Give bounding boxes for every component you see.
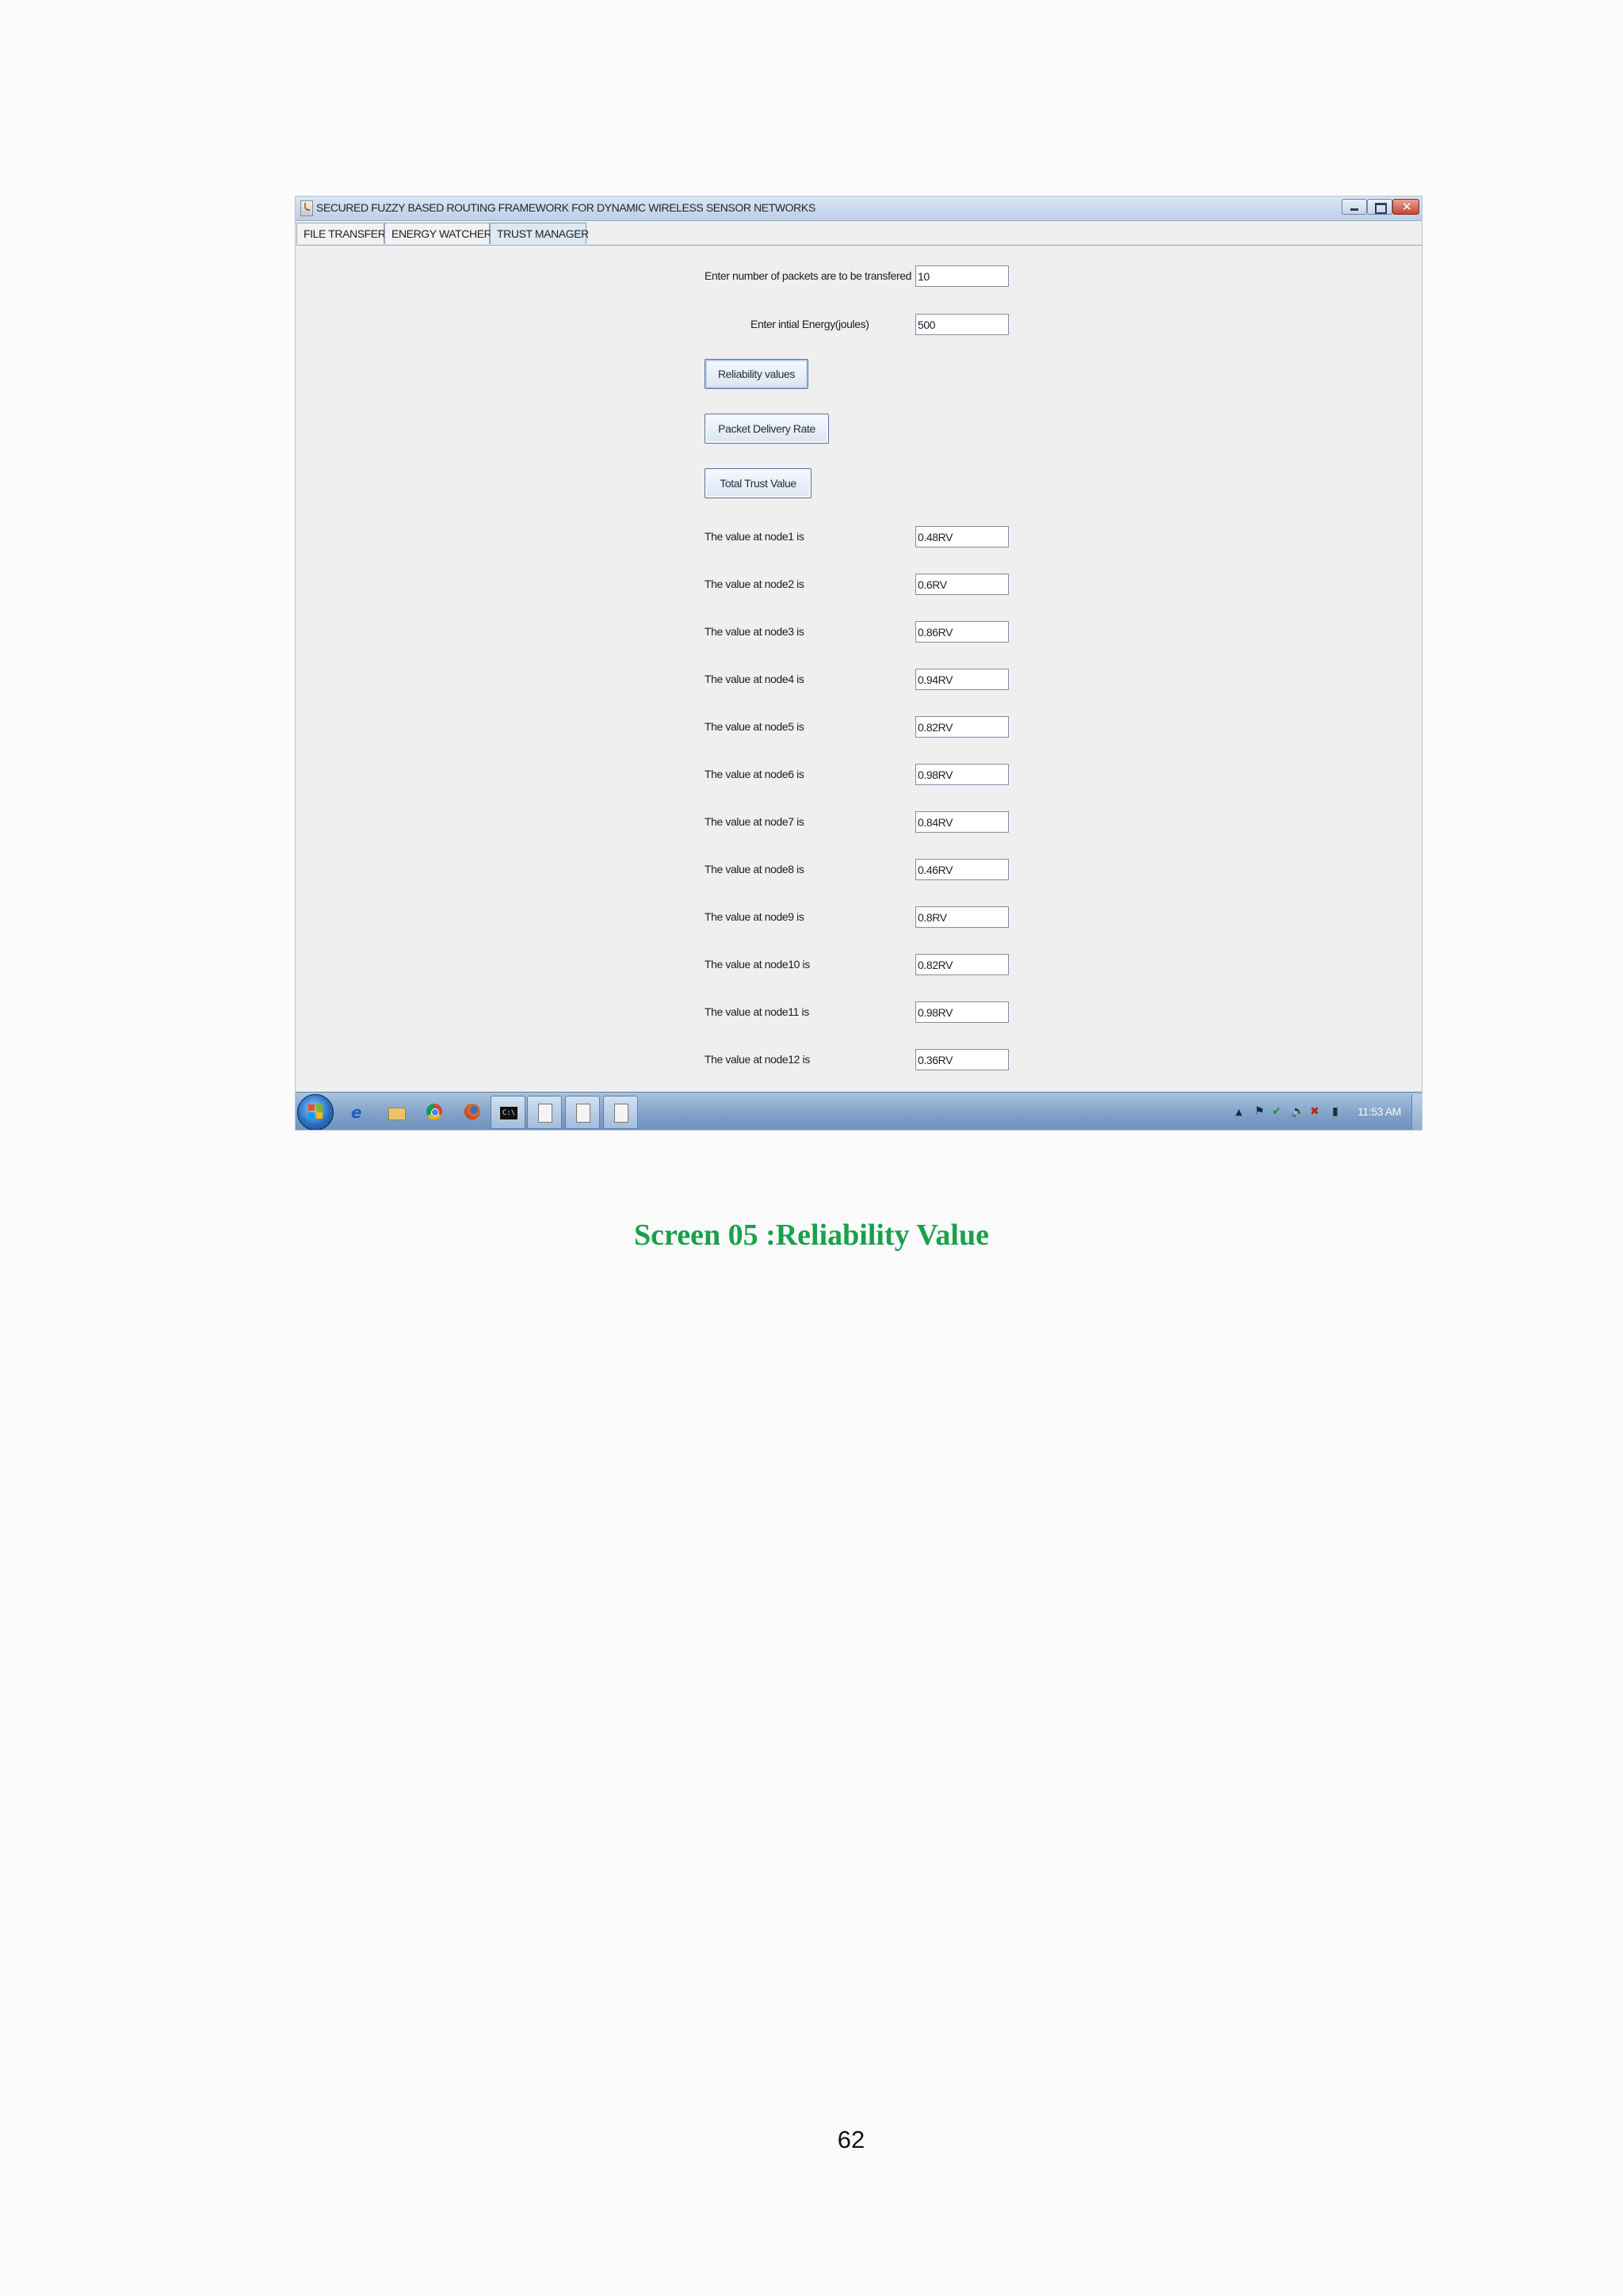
node-label: The value at node5 is	[705, 720, 804, 733]
tab-strip: FILE TRANSFER ENERGY WATCHER TRUST MANAG…	[296, 221, 1422, 246]
show-desktop-button[interactable]	[1411, 1094, 1422, 1130]
tab-file-transfer[interactable]: FILE TRANSFER	[296, 223, 386, 244]
app-screenshot: SECURED FUZZY BASED ROUTING FRAMEWORK FO…	[295, 196, 1423, 1131]
node-label: The value at node4 is	[705, 673, 804, 685]
node-label: The value at node2 is	[705, 578, 804, 590]
node-value-field[interactable]	[915, 859, 1009, 880]
minimize-button[interactable]	[1342, 199, 1367, 215]
network-error-icon[interactable]: ✖	[1310, 1105, 1319, 1118]
node-label: The value at node12 is	[705, 1053, 810, 1066]
volume-icon[interactable]: 🔈	[1291, 1105, 1304, 1118]
tab-energy-watcher[interactable]: ENERGY WATCHER	[384, 223, 492, 244]
action-center-flag-icon[interactable]: ⚑	[1254, 1105, 1265, 1118]
java-doc-icon	[576, 1104, 590, 1123]
packet-delivery-rate-button[interactable]: Packet Delivery Rate	[705, 414, 829, 444]
node-value-field[interactable]	[915, 811, 1009, 833]
chrome-icon[interactable]	[426, 1103, 443, 1120]
tab-trust-manager[interactable]: TRUST MANAGER	[490, 223, 589, 244]
node-value-field[interactable]	[915, 716, 1009, 738]
node-value-field[interactable]	[915, 669, 1009, 690]
node-value-field[interactable]	[915, 1001, 1009, 1023]
packets-label: Enter number of packets are to be transf…	[705, 269, 911, 282]
cmd-task[interactable]: C:\	[491, 1096, 525, 1129]
windows-logo-icon	[308, 1104, 323, 1119]
title-bar: SECURED FUZZY BASED ROUTING FRAMEWORK FO…	[296, 196, 1422, 221]
minimize-icon	[1350, 208, 1358, 211]
node-label: The value at node3 is	[705, 625, 804, 638]
battery-icon[interactable]: ▮	[1332, 1105, 1338, 1118]
trust-manager-panel: Enter number of packets are to be transf…	[296, 246, 1422, 1070]
page-number: 62	[837, 2126, 865, 2153]
node-value-field[interactable]	[915, 621, 1009, 643]
java-app-icon	[300, 200, 313, 216]
taskbar-window-button[interactable]	[603, 1096, 638, 1129]
node-label: The value at node11 is	[705, 1005, 809, 1018]
start-button[interactable]	[297, 1094, 334, 1130]
taskbar-window-button[interactable]	[527, 1096, 562, 1129]
figure-caption: Screen 05 :Reliability Value	[634, 1219, 989, 1252]
close-button[interactable]: ✕	[1392, 199, 1419, 215]
node-value-field[interactable]	[915, 906, 1009, 928]
java-doc-icon	[614, 1104, 628, 1123]
node-label: The value at node1 is	[705, 530, 804, 543]
energy-input[interactable]	[915, 314, 1009, 335]
node-value-field[interactable]	[915, 954, 1009, 975]
close-icon: ✕	[1402, 200, 1412, 214]
node-label: The value at node6 is	[705, 768, 804, 780]
total-trust-value-button[interactable]: Total Trust Value	[705, 468, 812, 498]
tray-expand-icon[interactable]: ▲	[1235, 1107, 1242, 1117]
node-label: The value at node9 is	[705, 910, 804, 923]
node-value-field[interactable]	[915, 1049, 1009, 1070]
ie-icon[interactable]: e	[351, 1103, 369, 1122]
packets-input[interactable]	[915, 265, 1009, 287]
taskbar-window-button[interactable]	[565, 1096, 600, 1129]
firefox-icon[interactable]	[464, 1103, 481, 1120]
windows-taskbar: e C:\ ▲ ⚑ ✔ 🔈 ✖ ▮ 11:53 AM	[296, 1092, 1422, 1130]
node-value-field[interactable]	[915, 764, 1009, 785]
cmd-icon: C:\	[499, 1106, 518, 1120]
java-doc-icon	[538, 1104, 552, 1123]
security-check-icon[interactable]: ✔	[1272, 1105, 1281, 1118]
maximize-button[interactable]	[1367, 199, 1392, 215]
node-label: The value at node8 is	[705, 863, 804, 875]
node-value-field[interactable]	[915, 526, 1009, 547]
explorer-icon[interactable]	[388, 1103, 406, 1120]
node-value-field[interactable]	[915, 574, 1009, 595]
node-label: The value at node10 is	[705, 958, 810, 971]
reliability-values-button[interactable]: Reliability values	[705, 359, 808, 389]
window-title: SECURED FUZZY BASED ROUTING FRAMEWORK FO…	[316, 201, 815, 214]
energy-label: Enter intial Energy(joules)	[750, 318, 869, 330]
maximize-icon	[1375, 203, 1387, 214]
node-label: The value at node7 is	[705, 815, 804, 828]
taskbar-clock[interactable]: 11:53 AM	[1358, 1105, 1401, 1118]
